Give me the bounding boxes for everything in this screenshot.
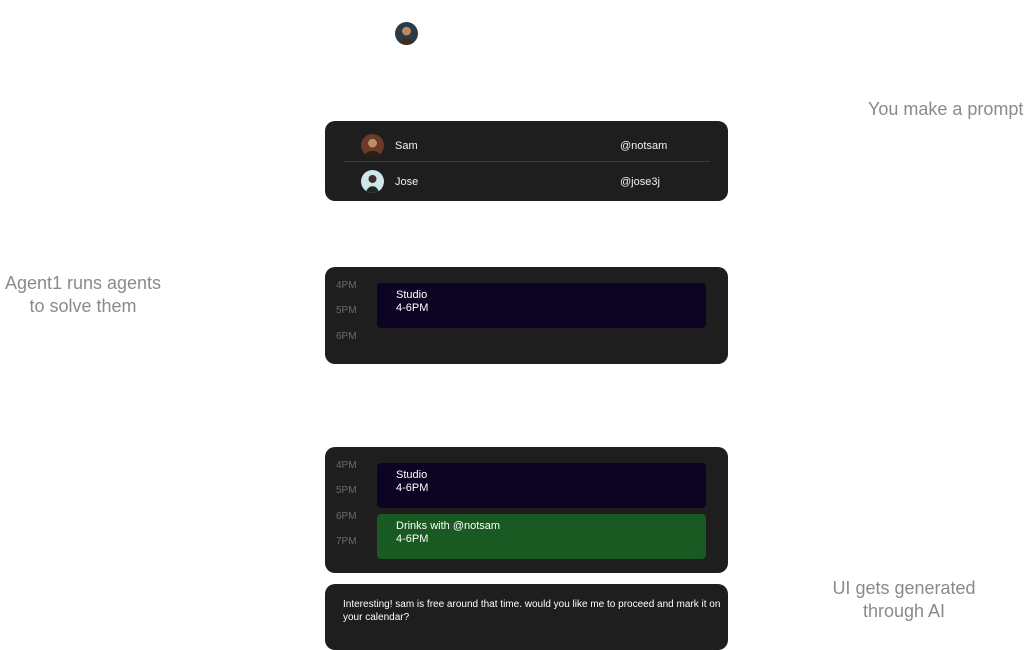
avatar-jose <box>361 170 384 193</box>
avatar-sam <box>361 134 384 157</box>
event-time: 4-6PM <box>396 482 429 494</box>
time-label: 6PM <box>336 511 357 522</box>
contact-name: Sam <box>395 140 418 152</box>
time-label: 4PM <box>336 280 357 291</box>
caption-you-make-a-prompt: You make a prompt <box>868 99 1024 119</box>
caption-ui-line1: UI gets generated <box>832 578 976 598</box>
contact-handle: @jose3j <box>620 176 660 188</box>
contact-handle: @notsam <box>620 140 668 152</box>
contact-row-sam[interactable]: Sam @notsam <box>325 127 728 163</box>
contact-name: Jose <box>395 176 419 188</box>
event-title: Studio <box>396 289 428 301</box>
calendar-event-studio[interactable]: Studio 4-6PM <box>377 283 706 328</box>
calendar-card-after: 4PM 5PM 6PM 7PM Studio 4-6PM Drinks with… <box>325 447 728 573</box>
calendar-card-before: 4PM 5PM 6PM Studio 4-6PM <box>325 267 728 364</box>
event-time: 4-6PM <box>396 533 429 545</box>
assistant-message: Interesting! sam is free around that tim… <box>343 599 721 623</box>
caption-ui-generated: UI gets generated through AI <box>820 577 988 623</box>
assistant-message-card: Interesting! sam is free around that tim… <box>325 584 728 650</box>
time-label: 7PM <box>336 536 357 547</box>
contact-row-jose[interactable]: Jose @jose3j <box>325 163 728 199</box>
time-label: 4PM <box>336 460 357 471</box>
time-label: 6PM <box>336 331 357 342</box>
event-time: 4-6PM <box>396 302 429 314</box>
caption-agents-line1: Agent1 runs agents <box>4 273 162 293</box>
calendar-event-studio[interactable]: Studio 4-6PM <box>377 463 706 508</box>
event-title: Studio <box>396 469 428 481</box>
time-label: 5PM <box>336 305 357 316</box>
time-label: 5PM <box>336 485 357 496</box>
calendar-event-drinks[interactable]: Drinks with @notsam 4-6PM <box>377 514 706 559</box>
caption-agents-line2: to solve them <box>29 296 137 316</box>
contacts-card: Sam @notsam Jose @jose3j <box>325 121 728 201</box>
contacts-divider <box>343 161 710 162</box>
user-avatar <box>395 22 418 45</box>
caption-ui-line2: through AI <box>862 601 946 621</box>
event-title: Drinks with @notsam <box>396 520 501 532</box>
caption-agents: Agent1 runs agents to solve them <box>0 272 166 318</box>
